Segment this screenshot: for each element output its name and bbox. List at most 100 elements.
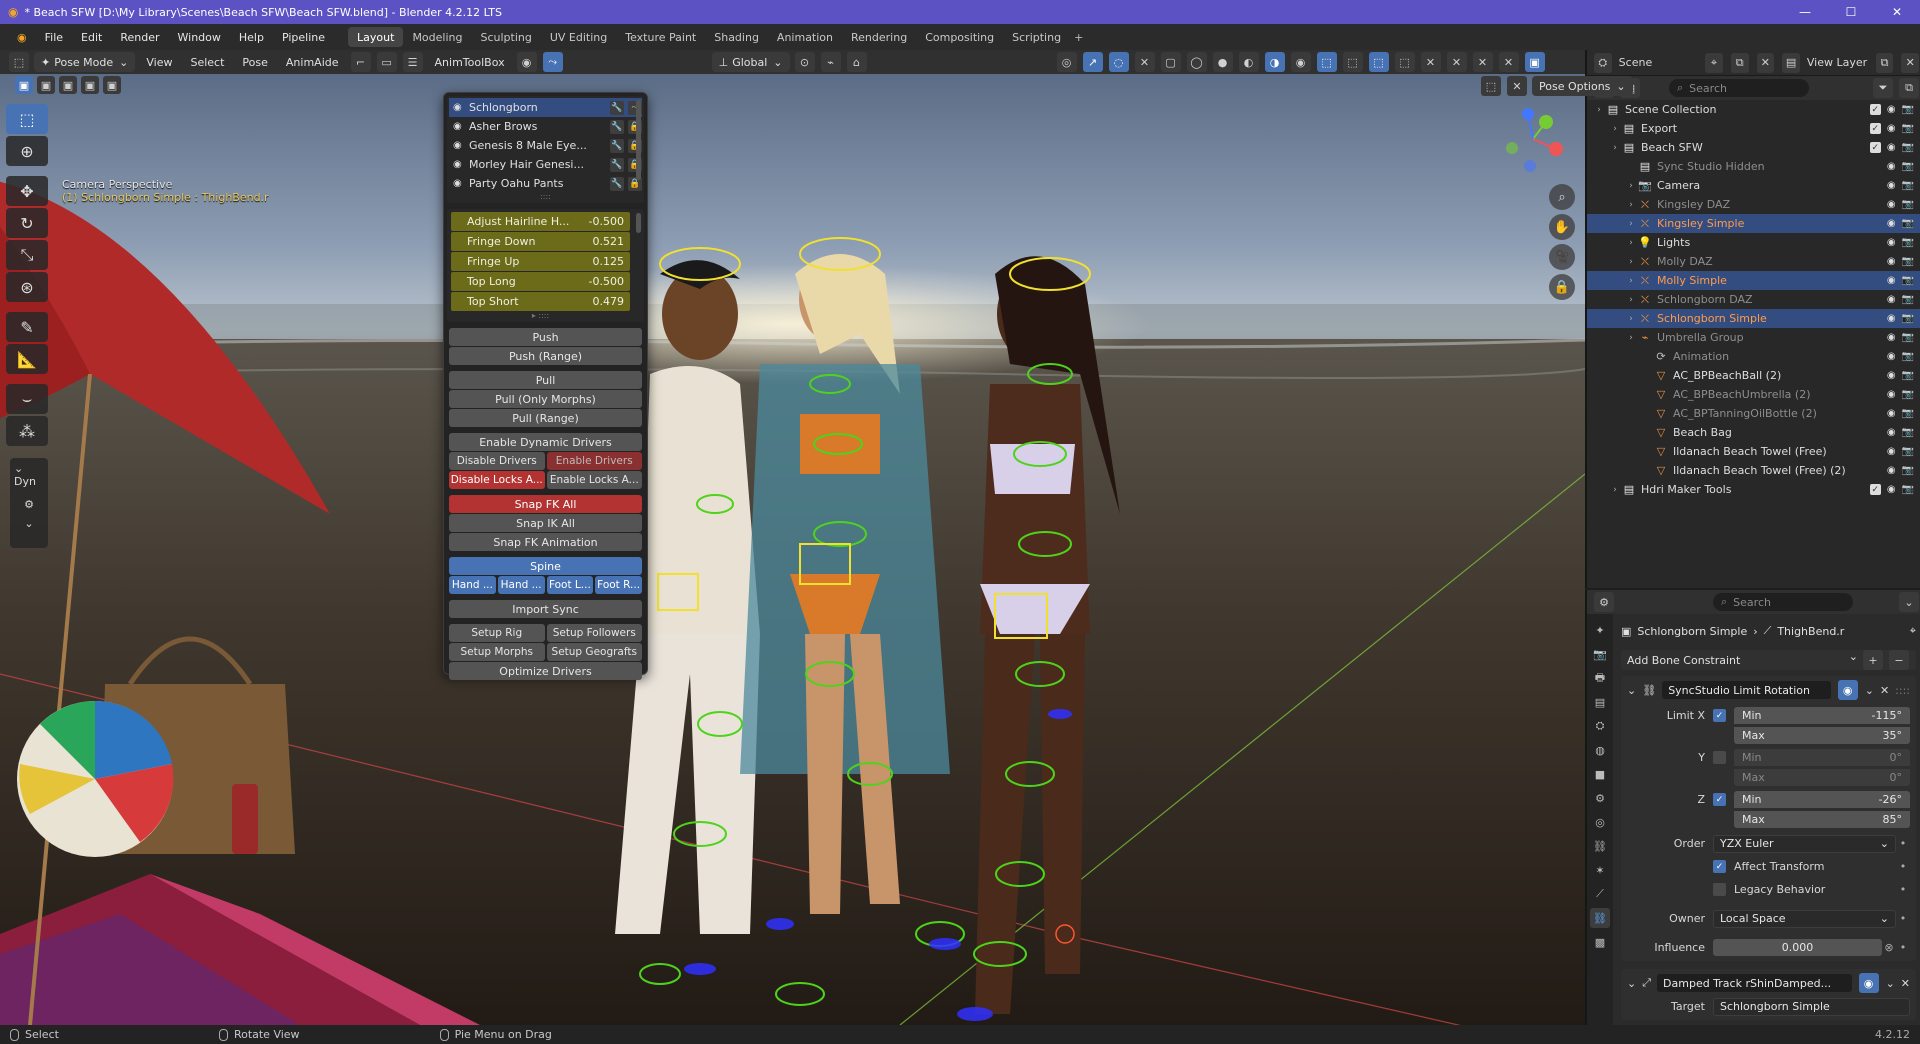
object-constraint-tab-icon[interactable]: ⛓	[1590, 836, 1610, 856]
expand-toggle-icon[interactable]: ›	[1625, 314, 1637, 324]
rotate-tool-icon[interactable]: ↻	[6, 208, 48, 238]
render-camera-icon[interactable]: 📷	[1902, 427, 1914, 438]
limit-x-checkbox[interactable]: ✓	[1713, 709, 1726, 722]
rendered-shading-icon[interactable]: ◑	[1264, 52, 1285, 72]
outliner-row[interactable]: › ⛌ Schlongborn Simple ◉ 📷	[1587, 309, 1920, 328]
orientation-dropdown[interactable]: ⊥ Global ⌄	[711, 52, 790, 72]
tool-tab-icon[interactable]: ✦	[1590, 620, 1610, 640]
outliner-row[interactable]: › ▤ Beach SFW ✓ ◉ 📷	[1587, 138, 1920, 157]
render-camera-icon[interactable]: 📷	[1902, 294, 1914, 305]
outliner-row[interactable]: › ⌁ Umbrella Group ◉ 📷	[1587, 328, 1920, 347]
delete-layer-icon[interactable]: ✕	[1901, 52, 1920, 73]
bone-x2-icon[interactable]: ✕	[1446, 52, 1467, 72]
exclude-checkbox[interactable]: ✓	[1869, 484, 1881, 495]
world-tab-icon[interactable]: ◍	[1590, 740, 1610, 760]
morph-slider[interactable]: Top Short 0.479	[451, 292, 630, 311]
proportional-icon[interactable]: ⌂	[846, 52, 867, 72]
setup-followers-button[interactable]: Setup Followers	[546, 624, 642, 642]
render-camera-icon[interactable]: 📷	[1902, 465, 1914, 476]
chevron-down-icon[interactable]: ⌄	[1627, 684, 1636, 697]
navigation-gizmo[interactable]	[1498, 104, 1568, 174]
add-bone-constraint-dropdown[interactable]: Add Bone Constraint ⌄ + −	[1621, 650, 1916, 670]
list-resize-grip[interactable]: ::::	[449, 193, 642, 201]
visibility-eye-icon[interactable]: ◉	[1887, 427, 1896, 438]
wrench-icon[interactable]: 🔧	[610, 157, 624, 172]
select-intersect-icon[interactable]: ▣	[103, 76, 121, 94]
visibility-eye-icon[interactable]: ◉	[1887, 123, 1896, 134]
visibility-eye-icon[interactable]: ◉	[1887, 408, 1896, 419]
eye-icon[interactable]: ◉	[453, 102, 465, 113]
pose-mirror-icon[interactable]: ⬚	[1481, 76, 1501, 96]
affect-transform-checkbox[interactable]: ✓	[1713, 860, 1726, 873]
render-camera-icon[interactable]: 📷	[1902, 313, 1914, 324]
pull-button[interactable]: Pull	[449, 371, 642, 389]
visibility-eye-icon[interactable]: ◉	[1887, 446, 1896, 457]
menu-animaide[interactable]: AnimAide	[279, 52, 346, 72]
visibility-eye-icon[interactable]: ◉	[1887, 370, 1896, 381]
list-scrollbar[interactable]	[636, 100, 641, 180]
maximize-button[interactable]: ☐	[1828, 0, 1874, 24]
cursor-tool-icon[interactable]: ⊕	[6, 136, 48, 166]
render-camera-icon[interactable]: 📷	[1902, 389, 1914, 400]
properties-editor-icon[interactable]: ⚙	[1594, 592, 1614, 612]
list-item[interactable]: ◉ Party Oahu Pants 🔧 🔒	[449, 174, 642, 193]
select-subtract-icon[interactable]: ▣	[59, 76, 77, 94]
render-camera-icon[interactable]: 📷	[1902, 332, 1914, 343]
add-workspace-button[interactable]: +	[1074, 31, 1083, 44]
keyframe-dot-icon[interactable]: •	[1896, 837, 1910, 850]
push-button[interactable]: Push	[449, 328, 642, 346]
limit-y-max-field[interactable]: Max 0°	[1734, 768, 1910, 786]
target-field[interactable]: Schlongborn Simple	[1713, 997, 1910, 1016]
chevron-down-icon[interactable]: ⌄	[1899, 592, 1919, 612]
new-collection-icon[interactable]: ⧉	[1899, 78, 1919, 98]
eye-icon[interactable]: ◉	[1858, 973, 1879, 993]
wrench-icon[interactable]: 🔧	[610, 138, 624, 153]
snap-fk-animation-button[interactable]: Snap FK Animation	[449, 533, 642, 551]
limit-z-checkbox[interactable]: ✓	[1713, 793, 1726, 806]
influence-slider[interactable]: 0.000	[1713, 939, 1882, 956]
exclude-checkbox[interactable]: ✓	[1869, 142, 1881, 153]
render-camera-icon[interactable]: 📷	[1902, 237, 1914, 248]
owner-space-dropdown[interactable]: Local Space ⌄	[1713, 909, 1896, 928]
foot-l-button[interactable]: Foot L...	[546, 576, 594, 594]
menu-select[interactable]: Select	[183, 52, 231, 72]
bone-layer-3-icon[interactable]: ⬚	[1368, 52, 1389, 72]
limit-z-max-field[interactable]: Max 85°	[1734, 810, 1910, 828]
delete-scene-icon[interactable]: ✕	[1756, 52, 1775, 73]
add-icon[interactable]: +	[1863, 650, 1883, 670]
pin-icon[interactable]: ⌖	[1705, 52, 1723, 73]
hide-icon[interactable]: ◉	[1290, 52, 1311, 72]
outliner-row[interactable]: › ▤ Export ✓ ◉ 📷	[1587, 119, 1920, 138]
pose-x-icon[interactable]: ✕	[1507, 76, 1527, 96]
tab-texture-paint[interactable]: Texture Paint	[616, 27, 705, 47]
legacy-behavior-checkbox[interactable]: ✓	[1713, 883, 1726, 896]
morph-slider[interactable]: Top Long -0.500	[451, 272, 630, 291]
list-item[interactable]: ◉ Asher Brows 🔧 🔒	[449, 117, 642, 136]
morph-slider[interactable]: Fringe Up 0.125	[451, 252, 630, 271]
visibility-eye-icon[interactable]: ◉	[1887, 104, 1896, 115]
menu-pipeline[interactable]: Pipeline	[273, 24, 334, 50]
render-camera-icon[interactable]: 📷	[1902, 123, 1914, 134]
enable-drivers-button[interactable]: Enable Drivers	[546, 452, 642, 470]
visibility-eye-icon[interactable]: ◉	[516, 52, 537, 72]
keying-icon[interactable]: ⌐	[350, 52, 371, 72]
pivot-icon[interactable]: ⊙	[794, 52, 815, 72]
wireframe-shading-icon[interactable]: ◯	[1186, 52, 1207, 72]
select-extend-icon[interactable]: ▣	[37, 76, 55, 94]
morph-slider[interactable]: Fringe Down 0.521	[451, 232, 630, 251]
limit-z-min-field[interactable]: Min -26°	[1734, 791, 1910, 808]
setup-morphs-button[interactable]: Setup Morphs	[449, 643, 545, 661]
pan-hand-icon[interactable]: ✋	[1549, 214, 1575, 240]
visibility-eye-icon[interactable]: ◉	[1887, 256, 1896, 267]
tab-scripting[interactable]: Scripting	[1003, 27, 1070, 47]
blender-menu-icon[interactable]: ◉	[8, 24, 36, 50]
select-new-icon[interactable]: ▣	[15, 76, 33, 94]
morph-slider[interactable]: Adjust Hairline H... -0.500	[451, 212, 630, 231]
render-camera-icon[interactable]: 📷	[1902, 275, 1914, 286]
bone-x4-icon[interactable]: ✕	[1498, 52, 1519, 72]
import-sync-button[interactable]: Import Sync	[449, 600, 642, 618]
select-invert-icon[interactable]: ▣	[81, 76, 99, 94]
outliner-row[interactable]: › ▤ Scene Collection ✓ ◉ 📷	[1587, 100, 1920, 119]
render-camera-icon[interactable]: 📷	[1902, 446, 1914, 457]
expand-toggle-icon[interactable]: ›	[1625, 181, 1637, 191]
